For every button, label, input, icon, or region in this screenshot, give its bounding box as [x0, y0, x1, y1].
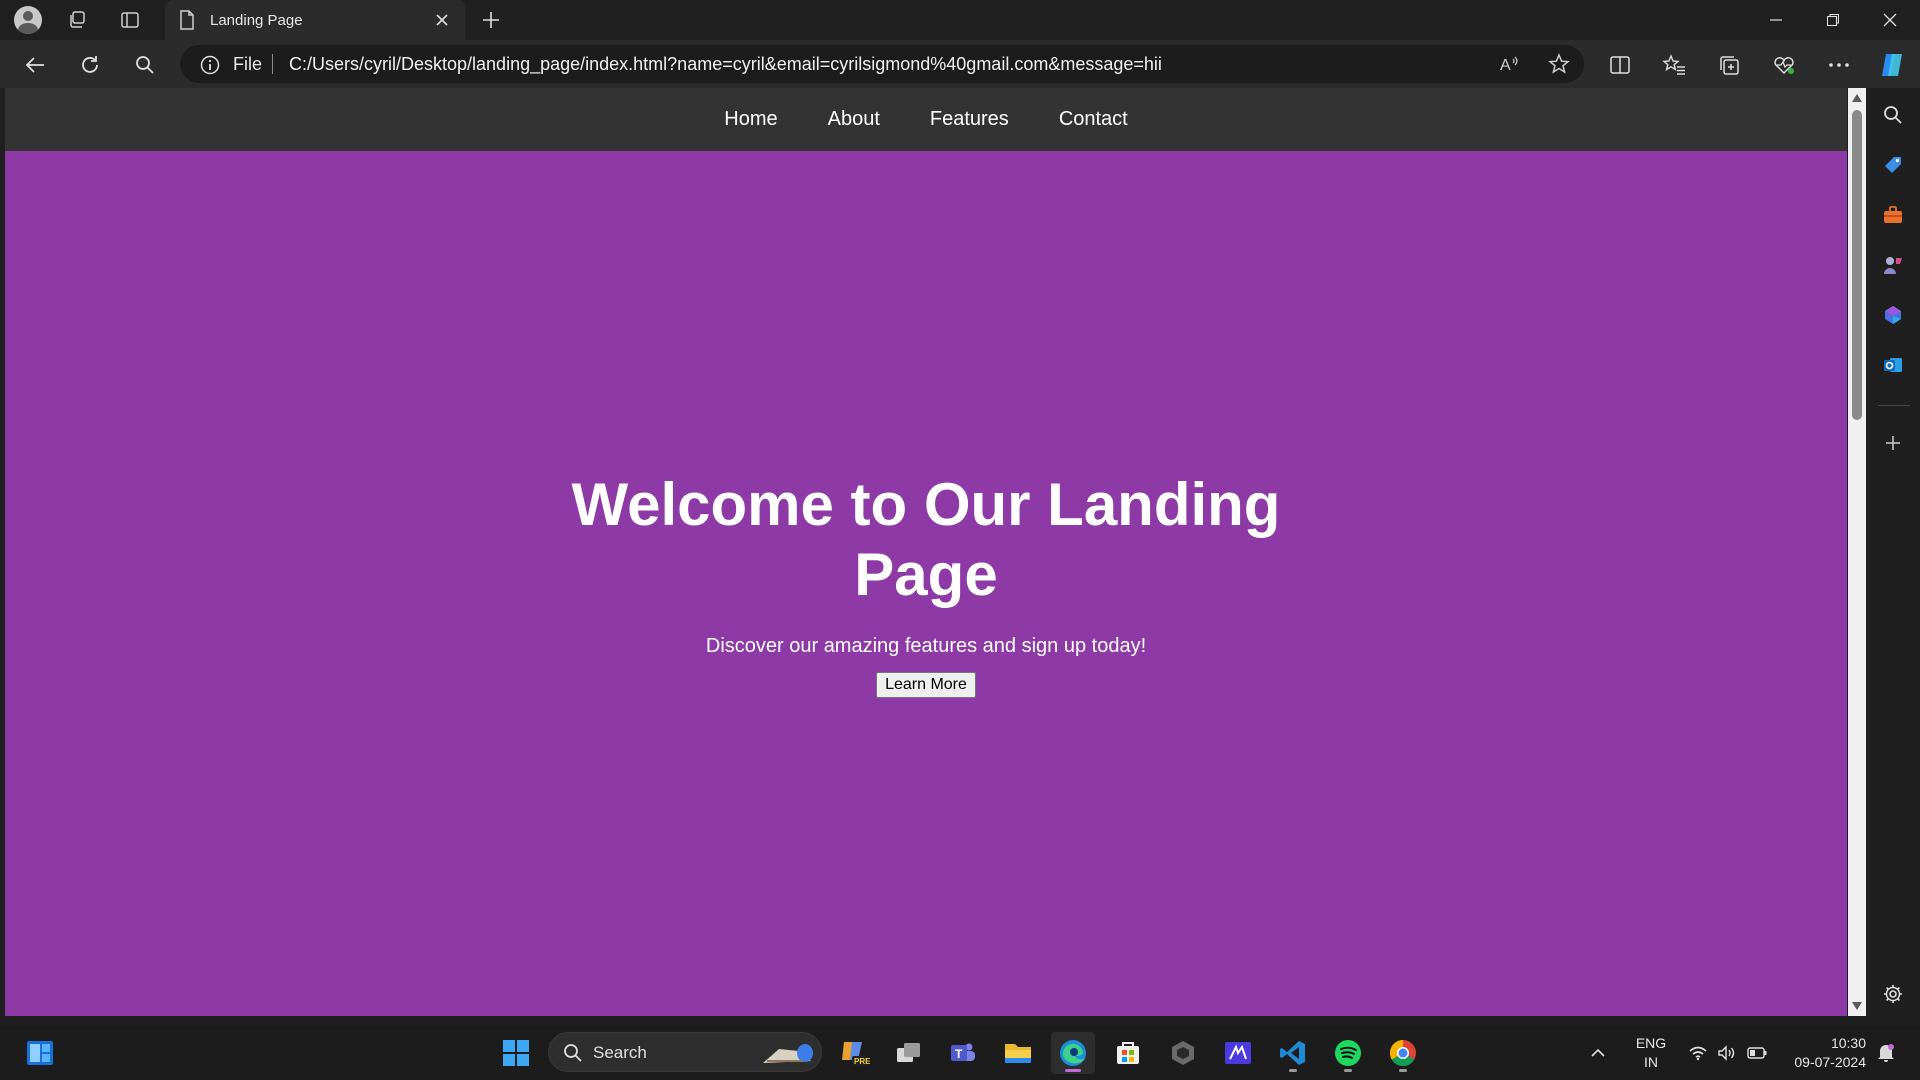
- more-icon[interactable]: [1822, 48, 1856, 82]
- shopping-tag-icon[interactable]: [1878, 150, 1908, 180]
- hero-title: Welcome to Our Landing Page: [571, 470, 1281, 608]
- app-icon[interactable]: [1161, 1032, 1205, 1074]
- spotify-icon[interactable]: [1326, 1032, 1370, 1074]
- read-aloud-icon[interactable]: A: [1495, 49, 1525, 79]
- page-viewport: Home About Features Contact Welcome to O…: [5, 88, 1847, 1016]
- running-indicator: [1399, 1069, 1407, 1072]
- refresh-icon[interactable]: [73, 48, 107, 82]
- hero-section: Welcome to Our Landing Page Discover our…: [5, 151, 1847, 1016]
- info-icon[interactable]: [200, 55, 220, 80]
- avatar: [14, 6, 42, 34]
- file-explorer-icon[interactable]: [996, 1032, 1040, 1074]
- svg-text:T: T: [955, 1047, 963, 1061]
- vertical-tabs-icon[interactable]: [115, 5, 145, 35]
- scrollbar-thumb[interactable]: [1852, 110, 1862, 420]
- notification-bell-icon[interactable]: [1874, 1032, 1898, 1074]
- volume-icon[interactable]: [1715, 1032, 1739, 1074]
- running-indicator: [1065, 1069, 1081, 1072]
- tools-icon[interactable]: [1878, 200, 1908, 230]
- tab-landing-page[interactable]: Landing Page: [165, 0, 465, 40]
- nav-features[interactable]: Features: [930, 108, 1009, 131]
- wifi-icon[interactable]: [1686, 1032, 1710, 1074]
- clock-date: 09-07-2024: [1794, 1054, 1866, 1070]
- start-icon[interactable]: [494, 1032, 538, 1074]
- page-icon: [179, 10, 195, 35]
- system-clock[interactable]: 10:30 09-07-2024: [1780, 1034, 1866, 1072]
- favorite-star-icon[interactable]: [1544, 49, 1574, 79]
- address-bar[interactable]: File C:/Users/cyril/Desktop/landing_page…: [180, 45, 1584, 83]
- games-icon[interactable]: [1878, 250, 1908, 280]
- nav-home[interactable]: Home: [724, 108, 777, 131]
- search-highlight-icon: [759, 1037, 817, 1074]
- close-window-icon[interactable]: [1862, 0, 1918, 40]
- restore-icon[interactable]: [1805, 0, 1861, 40]
- battery-icon[interactable]: [1745, 1032, 1769, 1074]
- clock-time: 10:30: [1830, 1035, 1866, 1051]
- page-scrollbar[interactable]: [1848, 88, 1866, 1016]
- outlook-icon[interactable]: [1878, 350, 1908, 380]
- copilot-icon[interactable]: [1876, 48, 1910, 82]
- learn-more-button[interactable]: Learn More: [876, 671, 976, 698]
- settings-gear-icon[interactable]: [1878, 979, 1908, 1009]
- scroll-down-arrow[interactable]: [1852, 1002, 1862, 1010]
- m365-icon[interactable]: [1878, 300, 1908, 330]
- nav-about[interactable]: About: [828, 108, 880, 131]
- windows-taskbar: Search PRE T ENG IN 10:30 09-07-2024: [0, 1026, 1920, 1080]
- edge-sidebar: [1866, 88, 1920, 1026]
- browser-essentials-icon[interactable]: [1767, 48, 1801, 82]
- copilot-pre-icon[interactable]: PRE: [832, 1032, 876, 1074]
- region-code: IN: [1644, 1054, 1658, 1070]
- taskbar-search-label: Search: [593, 1043, 647, 1062]
- back-arrow-icon[interactable]: [18, 48, 52, 82]
- powerapps-icon[interactable]: [1216, 1032, 1260, 1074]
- scheme-label: File: [233, 54, 263, 74]
- store-icon[interactable]: [1106, 1032, 1150, 1074]
- favorites-icon[interactable]: [1657, 48, 1691, 82]
- address-separator: [272, 54, 273, 74]
- browser-toolbar: File C:/Users/cyril/Desktop/landing_page…: [0, 40, 1920, 88]
- browser-window: Landing Page File C:/Users/cyril/Desktop…: [0, 0, 1920, 1026]
- chrome-icon[interactable]: [1381, 1032, 1425, 1074]
- vscode-icon[interactable]: [1271, 1032, 1315, 1074]
- sidebar-search-icon[interactable]: [1878, 100, 1908, 130]
- task-view-icon[interactable]: [887, 1032, 931, 1074]
- svg-text:A: A: [1500, 57, 1511, 74]
- search-icon[interactable]: [128, 48, 162, 82]
- chevron-up-icon[interactable]: [1580, 1032, 1616, 1074]
- teams-icon[interactable]: T: [941, 1032, 985, 1074]
- minimize-icon[interactable]: [1748, 0, 1804, 40]
- taskbar-search[interactable]: Search: [548, 1032, 822, 1072]
- svg-text:PRE: PRE: [854, 1057, 870, 1066]
- split-screen-icon[interactable]: [1603, 48, 1637, 82]
- search-icon: [563, 1043, 583, 1068]
- nav-contact[interactable]: Contact: [1059, 108, 1128, 131]
- address-url[interactable]: C:/Users/cyril/Desktop/landing_page/inde…: [289, 54, 1162, 75]
- sidebar-separator: [1878, 405, 1910, 406]
- widgets-icon[interactable]: [18, 1032, 62, 1074]
- tab-strip: Landing Page: [0, 0, 1920, 40]
- tab-title: Landing Page: [210, 11, 303, 29]
- running-indicator: [1344, 1069, 1352, 1072]
- collections-icon[interactable]: [1712, 48, 1746, 82]
- profile-avatar[interactable]: [13, 5, 43, 35]
- hero-subtitle: Discover our amazing features and sign u…: [705, 634, 1147, 657]
- close-tab-icon[interactable]: [427, 5, 457, 35]
- sidebar-add-plus-icon[interactable]: [1878, 428, 1908, 458]
- edge-icon[interactable]: [1051, 1032, 1095, 1074]
- input-language[interactable]: ENG IN: [1628, 1034, 1674, 1072]
- site-navbar: Home About Features Contact: [5, 88, 1847, 151]
- workspaces-icon[interactable]: [62, 5, 92, 35]
- scroll-up-arrow[interactable]: [1852, 94, 1862, 102]
- language-code: ENG: [1635, 1035, 1667, 1051]
- running-indicator: [1289, 1069, 1297, 1072]
- new-tab-plus-icon[interactable]: [476, 5, 506, 35]
